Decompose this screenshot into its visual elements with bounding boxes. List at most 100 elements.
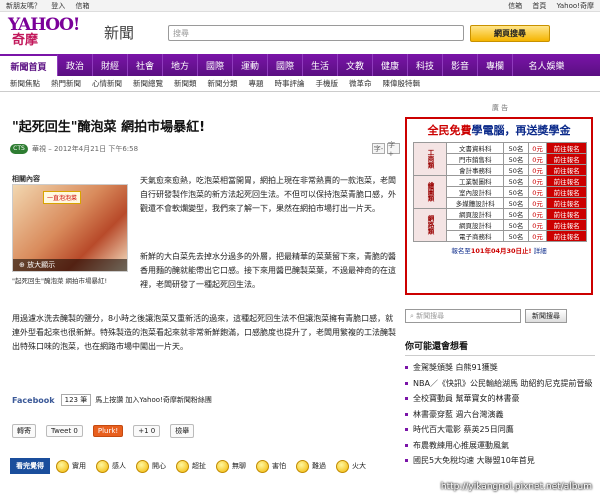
nav-tab-politics[interactable]: 政治 [58, 54, 93, 76]
nav-tab-society[interactable]: 社會 [128, 54, 163, 76]
right-sidebar: 廣 告 全民免費學電腦，再送獎學金 工商類 文書資料科 50名 0元 前往報名 門市銷… [405, 103, 595, 469]
article-main: "起死回生"醃泡菜 網拍市場暴紅! CTS 華視 – 2012年4月21日 下午… [10, 94, 400, 438]
mood-title: 看完覺得 [10, 458, 50, 474]
facebook-like-bar: Facebook 123 筆 馬上按讚 加入Yahoo!奇摩新聞粉絲團 [12, 394, 212, 406]
mood-boring[interactable]: 無聊 [216, 459, 246, 473]
font-larger-button[interactable]: 字+ [387, 141, 400, 158]
subnav-item[interactable]: 新聞類 [174, 78, 197, 89]
new-user-link[interactable]: 新朋友嗎？ [6, 2, 41, 10]
nav-tab-news-home[interactable]: 新聞首頁 [0, 54, 58, 76]
photo-caption: "起死回生"醃泡菜 網拍市場暴紅! [12, 277, 108, 285]
top-left-links: 新朋友嗎？ 登入 信箱 [6, 1, 97, 11]
enroll-button[interactable]: 前往報名 [546, 175, 587, 187]
subnav-item[interactable]: 時事評論 [275, 78, 305, 89]
enroll-button[interactable]: 前往報名 [546, 197, 587, 209]
top-utility-bar: 新朋友嗎？ 登入 信箱 信箱 首頁 Yahoo!奇摩 [0, 0, 600, 12]
yahoo-home-link[interactable]: Yahoo!奇摩 [557, 2, 594, 10]
nav-tab-sports[interactable]: 運動 [233, 54, 268, 76]
list-item[interactable]: 布農教練用心推展運動風氣 [405, 438, 595, 454]
enroll-button[interactable]: 前往報名 [546, 208, 587, 220]
search-input[interactable]: 搜尋 [168, 25, 465, 41]
news-search: ⌕ 新聞搜尋 新聞搜尋 [405, 309, 595, 323]
list-item[interactable]: 林書豪穿藍 週六台灣演義 [405, 407, 595, 423]
ad-banner[interactable]: 全民免費學電腦，再送獎學金 工商類 文書資料科 50名 0元 前往報名 門市銷售科 50… [405, 117, 593, 295]
mail-link-right[interactable]: 信箱 [508, 2, 522, 10]
news-search-button[interactable]: 新聞搜尋 [525, 309, 567, 323]
list-item[interactable]: 國民5大免稅均速 大聯盟10年首見 [405, 453, 595, 469]
nav-tab-tech[interactable]: 科技 [408, 54, 443, 76]
nav-tab-education[interactable]: 文教 [338, 54, 373, 76]
mood-scared[interactable]: 害怕 [256, 459, 286, 473]
mood-sad[interactable]: 難過 [296, 459, 326, 473]
ad-label: 廣 告 [491, 104, 509, 112]
article-headline: "起死回生"醃泡菜 網拍市場暴紅! [12, 120, 206, 135]
mood-angry[interactable]: 火大 [336, 459, 366, 473]
share-bar: 轉寄 Tweet 0 Plurk! +1 0 檢舉 [12, 424, 204, 438]
tweet-button[interactable]: Tweet 0 [46, 425, 83, 437]
nav-tab-international[interactable]: 國際 [198, 54, 233, 76]
sub-nav: 新聞焦點 熱門新聞 心情新聞 新聞總覽 新聞類 新聞分類 專題 時事評論 手機版… [0, 76, 600, 92]
list-item[interactable]: 時代百大電影 蔡英25日同鷹 [405, 422, 595, 438]
nav-tab-local[interactable]: 地方 [163, 54, 198, 76]
top-right-links: 信箱 首頁 Yahoo!奇摩 [500, 1, 594, 11]
smiley-icon [136, 459, 149, 473]
web-search-button[interactable]: 網頁搜尋 [470, 24, 551, 42]
forward-button[interactable]: 轉寄 [12, 424, 36, 438]
ad-details-link[interactable]: 詳細 [534, 247, 547, 255]
list-item[interactable]: 金駕獎頒獎 白熊91獲獎 [405, 360, 595, 376]
enroll-button[interactable]: 前往報名 [546, 219, 587, 231]
subnav-item[interactable]: 微革命 [349, 78, 372, 89]
plurk-button[interactable]: Plurk! [92, 425, 124, 437]
list-item[interactable]: NBA／《快訊》公民輸給湖馬 助紹約尼克提前晉級 [405, 376, 595, 392]
enroll-button[interactable]: 前往報名 [546, 164, 587, 176]
mail-link[interactable]: 信箱 [75, 2, 89, 10]
table-row: 繪圖類 工業製圖科 50名 0元 前往報名 [413, 175, 587, 209]
ad-footer: 報名至101年04月30日止! 詳細 [451, 247, 547, 255]
nav-tab-video[interactable]: 影音 [443, 54, 478, 76]
enroll-button[interactable]: 前往報名 [546, 153, 587, 165]
subnav-item[interactable]: 心情新聞 [92, 78, 122, 89]
mood-touching[interactable]: 感人 [96, 459, 126, 473]
enroll-button[interactable]: 前往報名 [546, 186, 587, 198]
mood-happy[interactable]: 開心 [136, 459, 166, 473]
home-link[interactable]: 首頁 [532, 2, 546, 10]
recommend-list: 金駕獎頒獎 白熊91獲獎 NBA／《快訊》公民輸給湖馬 助紹約尼克提前晉級 全校… [405, 360, 595, 469]
subnav-item[interactable]: 手機版 [316, 78, 339, 89]
report-button[interactable]: 檢舉 [170, 424, 195, 438]
subnav-item[interactable]: 新聞分類 [208, 78, 238, 89]
watermark-url: http://yikangnol.pixnet.net/album [440, 482, 592, 492]
plus-one-button[interactable]: +1 0 [133, 425, 161, 437]
table-row: 工商類 文書資料科 50名 0元 前往報名 [413, 142, 587, 176]
nav-tab-finance[interactable]: 財經 [93, 54, 128, 76]
nav-tab-health[interactable]: 健康 [373, 54, 408, 76]
yahoo-logo[interactable]: YAHOO! 奇摩 [8, 16, 100, 50]
subnav-item[interactable]: 新聞總覽 [133, 78, 163, 89]
related-content-label: 相關內容 [12, 175, 40, 183]
magnify-icon: ⊕ [19, 261, 28, 269]
nav-tab-columns[interactable]: 專欄 [478, 54, 513, 76]
nav-tab-celebrity[interactable]: 名人娛樂 [513, 54, 580, 76]
smiley-icon [336, 459, 349, 473]
enroll-button[interactable]: 前往報名 [546, 230, 587, 242]
subnav-item[interactable]: 新聞焦點 [10, 78, 40, 89]
mood-absurd[interactable]: 超扯 [176, 459, 206, 473]
font-smaller-button[interactable]: 字- [372, 143, 385, 154]
facebook-label: Facebook [12, 395, 55, 405]
enroll-button[interactable]: 前往報名 [546, 142, 587, 154]
subnav-item[interactable]: 熱門新聞 [51, 78, 81, 89]
article-photo[interactable]: 一直泡泡菜 ⊕ 放大顯示 [12, 184, 128, 272]
subnav-item[interactable]: 陳偉殷特輯 [383, 78, 421, 89]
nav-tab-life[interactable]: 生活 [303, 54, 338, 76]
smiley-icon [256, 459, 269, 473]
subnav-item[interactable]: 專題 [249, 78, 264, 89]
like-fanpage-link[interactable]: 馬上按讚 加入Yahoo!奇摩新聞粉絲團 [95, 395, 212, 405]
article-paragraph: 用過濾水洗去醃製的鹽分，8小時之後讓泡菜又重新活的過來，這種起死回生法不但讓泡菜… [12, 314, 396, 351]
photo-tag: 一直泡泡菜 [43, 191, 82, 204]
font-size-controls: 字- 字+ [370, 141, 400, 158]
nav-tab-international-2[interactable]: 國際 [268, 54, 303, 76]
list-item[interactable]: 全校寶動員 幫華寶女的林書豪 [405, 391, 595, 407]
photo-zoom-button[interactable]: ⊕ 放大顯示 [13, 259, 127, 271]
news-search-input[interactable]: ⌕ 新聞搜尋 [405, 309, 521, 323]
mood-useful[interactable]: 實用 [56, 459, 86, 473]
login-link[interactable]: 登入 [51, 2, 65, 10]
